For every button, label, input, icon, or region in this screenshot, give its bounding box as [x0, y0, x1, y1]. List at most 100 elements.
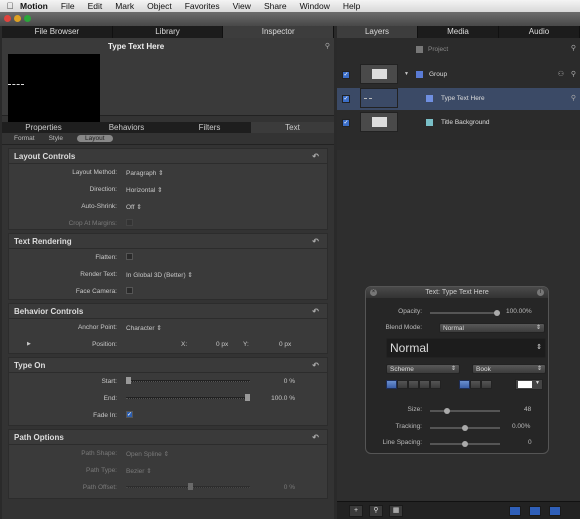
align-right-button[interactable]	[408, 380, 419, 389]
blend-mode-popup[interactable]: Normal ⇕	[439, 323, 545, 333]
font-collection-popup[interactable]: Scheme ⇕	[386, 364, 460, 374]
start-slider-knob[interactable]	[126, 377, 131, 384]
render-text-popup[interactable]: In Global 3D (Better) ⇕	[126, 271, 193, 279]
menu-help[interactable]: Help	[343, 1, 360, 11]
tab-audio[interactable]: Audio	[499, 26, 580, 38]
zoom-window-button[interactable]	[24, 15, 31, 22]
apple-icon[interactable]: 	[0, 1, 20, 11]
line-spacing-slider-knob[interactable]	[462, 441, 468, 447]
menu-view[interactable]: View	[233, 1, 251, 11]
opacity-slider[interactable]	[430, 310, 500, 316]
hud-title[interactable]: Text: Type Text Here	[366, 287, 548, 298]
menu-file[interactable]: File	[61, 1, 75, 11]
end-slider[interactable]	[126, 394, 250, 401]
font-name-popup[interactable]: Normal ⇕	[386, 338, 546, 358]
tab-library[interactable]: Library	[113, 26, 224, 38]
direction-popup[interactable]: Horizontal ⇕	[126, 186, 163, 194]
tracking-slider[interactable]	[430, 425, 500, 431]
face-camera-checkbox[interactable]	[126, 287, 133, 294]
menu-object[interactable]: Object	[147, 1, 172, 11]
tab-file-browser[interactable]: File Browser	[2, 26, 113, 38]
add-icon[interactable]: +	[349, 505, 363, 517]
reset-icon[interactable]: ↶	[312, 358, 319, 373]
menu-app-name[interactable]: Motion	[20, 1, 48, 11]
path-offset-value[interactable]: 0 %	[284, 484, 295, 491]
close-icon[interactable]: ×	[370, 289, 377, 296]
view-mode-icon[interactable]	[509, 506, 521, 516]
disclosure-triangle-icon[interactable]: ▶	[27, 341, 31, 347]
menu-window[interactable]: Window	[300, 1, 330, 11]
reset-icon[interactable]: ↶	[312, 149, 319, 164]
text-layer-visibility-checkbox[interactable]: ✓	[342, 95, 350, 103]
tab-properties[interactable]: Properties	[2, 122, 85, 133]
mask-icon[interactable]	[549, 506, 561, 516]
path-type-popup[interactable]: Bezier ⇕	[126, 467, 152, 475]
reset-icon[interactable]: ↶	[312, 430, 319, 445]
layer-row-text[interactable]: ✓ Type Text Here ⚲	[337, 88, 580, 110]
tab-text[interactable]: Text	[251, 122, 334, 133]
search-icon[interactable]: ⚲	[369, 505, 383, 517]
gear-icon[interactable]	[529, 506, 541, 516]
section-header[interactable]: Type On ↶	[9, 358, 327, 373]
end-value[interactable]: 100.0 %	[271, 395, 295, 402]
tab-behaviors[interactable]: Behaviors	[85, 122, 168, 133]
subtab-layout[interactable]: Layout	[77, 135, 113, 142]
start-slider[interactable]	[126, 377, 250, 384]
size-slider-knob[interactable]	[444, 408, 450, 414]
reset-icon[interactable]: ↶	[312, 234, 319, 249]
section-header[interactable]: Behavior Controls ↶	[9, 304, 327, 319]
menu-mark[interactable]: Mark	[115, 1, 134, 11]
opacity-slider-knob[interactable]	[494, 310, 500, 316]
typeface-popup[interactable]: Book ⇕	[472, 364, 546, 374]
info-icon[interactable]: i	[537, 289, 544, 296]
y-value[interactable]: 0 px	[279, 341, 291, 348]
menu-edit[interactable]: Edit	[88, 1, 103, 11]
tab-inspector[interactable]: Inspector	[223, 26, 335, 38]
section-header[interactable]: Text Rendering ↶	[9, 234, 327, 249]
flatten-checkbox[interactable]	[126, 253, 133, 260]
crop-margins-checkbox[interactable]	[126, 219, 133, 226]
end-slider-knob[interactable]	[245, 394, 250, 401]
justify-full-button[interactable]	[430, 380, 441, 389]
lock-icon[interactable]: ⚲	[571, 94, 576, 102]
line-spacing-value[interactable]: 0	[528, 439, 532, 446]
group-visibility-checkbox[interactable]: ✓	[342, 71, 350, 79]
layout-method-popup[interactable]: Paragraph ⇕	[126, 169, 164, 177]
align-left-button[interactable]	[386, 380, 397, 389]
tracking-value[interactable]: 0.00%	[512, 423, 530, 430]
subtab-format[interactable]: Format	[14, 135, 35, 142]
minimize-window-button[interactable]	[14, 15, 21, 22]
x-value[interactable]: 0 px	[216, 341, 228, 348]
tracking-slider-knob[interactable]	[462, 425, 468, 431]
lock-icon[interactable]: ⚲	[571, 44, 576, 52]
auto-shrink-popup[interactable]: Off ⇕	[126, 203, 142, 211]
disclosure-triangle-icon[interactable]: ▼	[404, 71, 409, 77]
color-well[interactable]: ▼	[515, 379, 543, 390]
anchor-point-popup[interactable]: Character ⇕	[126, 324, 162, 332]
fade-in-checkbox[interactable]: ✓	[126, 411, 133, 418]
close-window-button[interactable]	[4, 15, 11, 22]
tab-layers[interactable]: Layers	[337, 26, 418, 38]
size-value[interactable]: 48	[524, 406, 531, 413]
menu-share[interactable]: Share	[264, 1, 287, 11]
valign-bottom-button[interactable]	[481, 380, 492, 389]
section-header[interactable]: Layout Controls ↶	[9, 149, 327, 164]
size-slider[interactable]	[430, 408, 500, 414]
reset-icon[interactable]: ↶	[312, 304, 319, 319]
tab-filters[interactable]: Filters	[168, 122, 251, 133]
path-offset-slider[interactable]	[126, 483, 250, 490]
valign-middle-button[interactable]	[470, 380, 481, 389]
layer-row-group[interactable]: ✓ ▼ Group ⚇ ⚲	[337, 64, 580, 86]
lock-icon[interactable]: ⚲	[325, 42, 330, 50]
link-icon[interactable]: ⚇	[558, 70, 564, 78]
start-value[interactable]: 0 %	[284, 378, 295, 385]
tab-media[interactable]: Media	[418, 26, 499, 38]
layer-options-icon[interactable]: ▦	[389, 505, 403, 517]
justify-left-button[interactable]	[419, 380, 430, 389]
layer-row-background[interactable]: ✓ Title Background	[337, 112, 580, 134]
path-offset-knob[interactable]	[188, 483, 193, 490]
line-spacing-slider[interactable]	[430, 441, 500, 447]
align-center-button[interactable]	[397, 380, 408, 389]
path-shape-popup[interactable]: Open Spline ⇕	[126, 450, 169, 458]
section-header[interactable]: Path Options ↶	[9, 430, 327, 445]
